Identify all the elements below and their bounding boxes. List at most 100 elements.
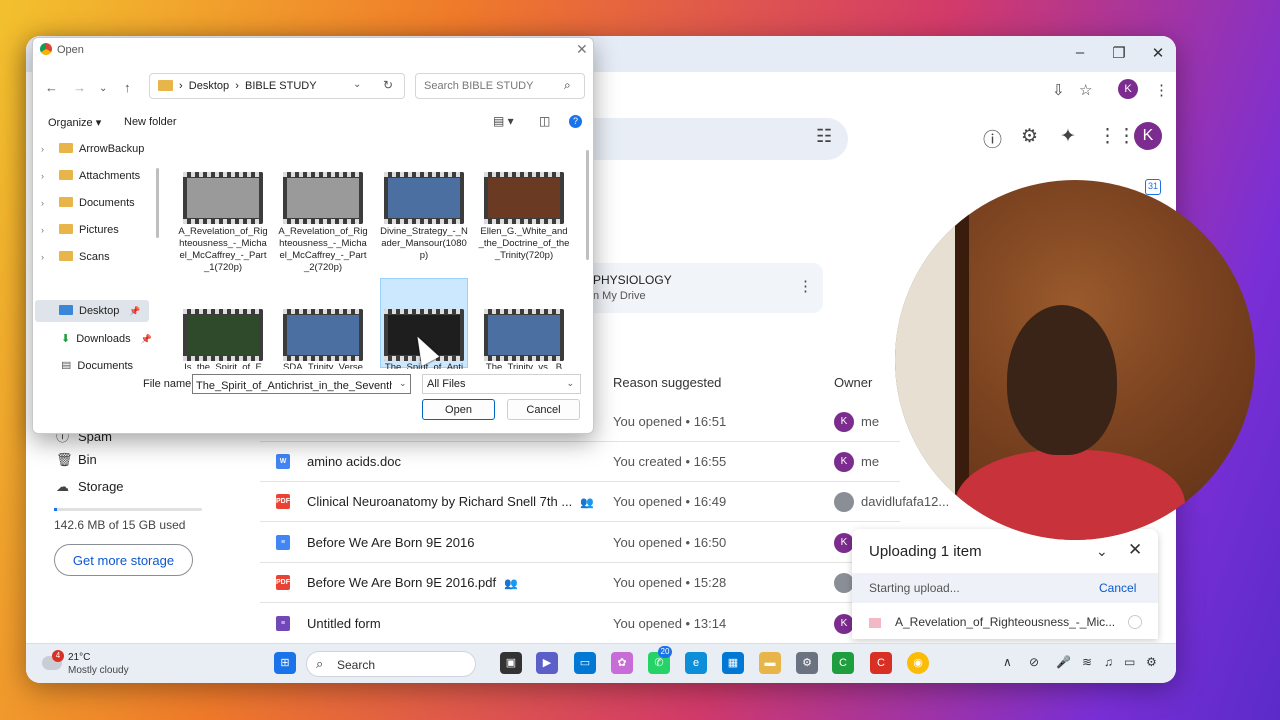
- upload-panel: Uploading 1 item ⌄ ✕ Starting upload... …: [852, 529, 1158, 639]
- tree-item-pictures[interactable]: › Pictures: [41, 224, 119, 236]
- apps-grid-icon[interactable]: ⋮⋮: [1098, 125, 1136, 148]
- video-thumbnail[interactable]: [484, 309, 564, 361]
- quick-access-desktop[interactable]: Desktop 📌: [35, 300, 149, 322]
- close-icon[interactable]: ✕: [576, 41, 588, 58]
- chevron-up-icon[interactable]: ∧: [1003, 655, 1012, 669]
- table-row[interactable]: PDF Before We Are Born 9E 2016.pdf 👥 You …: [260, 563, 900, 603]
- profile-avatar[interactable]: K: [1118, 79, 1138, 99]
- forward-arrow-icon[interactable]: →: [73, 80, 86, 95]
- file-caption: A_Revelation_of_Righteousness_-_Michael_…: [178, 226, 268, 273]
- quick-access-documents[interactable]: ▤ Documents: [61, 359, 133, 369]
- video-thumbnail[interactable]: [183, 172, 263, 224]
- back-arrow-icon[interactable]: ←: [45, 80, 58, 95]
- volume-icon[interactable]: ♫: [1104, 655, 1113, 669]
- open-button[interactable]: Open: [422, 399, 495, 420]
- bookmark-star-icon[interactable]: ☆: [1079, 81, 1092, 99]
- wifi-icon[interactable]: ≋: [1082, 655, 1092, 669]
- upload-cancel-button[interactable]: Cancel: [1099, 581, 1136, 595]
- get-more-storage-button[interactable]: Get more storage: [54, 544, 193, 576]
- table-row[interactable]: ≡ Untitled form You opened • 13:14 K: [260, 604, 900, 644]
- organize-label: Organize: [48, 117, 93, 129]
- tree-item-documents[interactable]: › Documents: [41, 197, 135, 209]
- open-file-dialog: Open ✕ ← → ⌄ ↑ › Desktop › BIBLE STUDY ⌄…: [32, 37, 594, 434]
- recorder-icon[interactable]: C: [870, 652, 892, 674]
- close-button[interactable]: ✕: [1148, 44, 1168, 62]
- search-placeholder: Search BIBLE STUDY: [424, 80, 534, 92]
- breadcrumb-desktop[interactable]: Desktop: [189, 80, 229, 92]
- gemini-spark-icon[interactable]: ✦: [1060, 125, 1076, 148]
- help-icon[interactable]: ?: [569, 115, 582, 128]
- table-row[interactable]: W amino acids.doc You created • 16:55 K …: [260, 442, 900, 482]
- close-icon[interactable]: ✕: [1128, 540, 1142, 560]
- task-view-icon[interactable]: ▣: [500, 652, 522, 674]
- file-type-select[interactable]: All Files ⌄: [422, 374, 581, 394]
- video-thumbnail[interactable]: [283, 309, 363, 361]
- trash-icon: 🗑: [56, 452, 73, 467]
- refresh-icon[interactable]: ↻: [383, 78, 393, 92]
- windows-start-icon[interactable]: ⊞: [274, 652, 296, 674]
- view-options-icon[interactable]: ▤ ▾: [493, 114, 514, 128]
- teams-icon[interactable]: ▶: [536, 652, 558, 674]
- desktop-icon[interactable]: ▭: [574, 652, 596, 674]
- word-doc-icon: W: [276, 454, 290, 469]
- folder-icon: [59, 197, 73, 207]
- video-thumbnail[interactable]: [183, 309, 263, 361]
- drive-search-bar[interactable]: [586, 118, 848, 160]
- suggested-folder-card[interactable]: PHYSIOLOGY n My Drive ⋮: [575, 263, 823, 313]
- edge-icon[interactable]: e: [685, 652, 707, 674]
- tree-item-attachments[interactable]: › Attachments: [41, 170, 140, 182]
- file-explorer-icon[interactable]: ▬: [759, 652, 781, 674]
- calendar-icon[interactable]: 31: [1145, 179, 1161, 195]
- settings-icon[interactable]: ⚙: [796, 652, 818, 674]
- gear-icon[interactable]: ⚙: [1021, 125, 1038, 148]
- tree-scrollbar[interactable]: [156, 168, 159, 238]
- maximize-button[interactable]: ❐: [1109, 44, 1129, 62]
- recent-locations-icon[interactable]: ⌄: [99, 83, 107, 94]
- search-input[interactable]: Search BIBLE STUDY ⌕: [415, 73, 585, 99]
- kebab-menu-icon[interactable]: ⋮: [1154, 81, 1169, 99]
- store-icon[interactable]: ▦: [722, 652, 744, 674]
- preview-pane-icon[interactable]: ◫: [539, 114, 550, 128]
- column-owner[interactable]: Owner: [834, 375, 872, 390]
- camtasia-icon[interactable]: C: [832, 652, 854, 674]
- search-options-icon[interactable]: ☷: [816, 126, 832, 147]
- breadcrumb-bible-study[interactable]: BIBLE STUDY: [245, 80, 317, 92]
- chevron-down-icon[interactable]: ⌄: [353, 79, 361, 90]
- install-app-icon[interactable]: ⇩: [1052, 81, 1065, 99]
- more-options-icon[interactable]: ⋮: [798, 277, 813, 295]
- column-reason[interactable]: Reason suggested: [613, 375, 721, 390]
- organize-button[interactable]: Organize ▾: [48, 116, 101, 129]
- chevron-down-icon[interactable]: ⌄: [1096, 543, 1108, 560]
- sidebar-item-storage[interactable]: ☁ Storage: [56, 479, 124, 495]
- table-row[interactable]: PDF Clinical Neuroanatomy by Richard Sne…: [260, 482, 949, 522]
- account-avatar[interactable]: K: [1134, 122, 1162, 150]
- address-bar[interactable]: › Desktop › BIBLE STUDY ⌄ ↻: [149, 73, 405, 99]
- help-icon[interactable]: ⓘ: [983, 125, 1002, 152]
- new-folder-button[interactable]: New folder: [124, 116, 177, 128]
- battery-icon[interactable]: ▭: [1124, 655, 1135, 669]
- quick-access-downloads[interactable]: ⬇ Downloads 📌: [61, 332, 152, 345]
- breadcrumb: › Desktop › BIBLE STUDY: [179, 80, 317, 92]
- chrome-icon[interactable]: ◉: [907, 652, 929, 674]
- network-off-icon[interactable]: ⊘: [1029, 655, 1039, 669]
- video-thumbnail[interactable]: [484, 172, 564, 224]
- copilot-icon[interactable]: ✿: [611, 652, 633, 674]
- video-thumbnail[interactable]: [384, 172, 464, 224]
- video-thumbnail[interactable]: [283, 172, 363, 224]
- minimize-button[interactable]: –: [1070, 44, 1090, 61]
- taskbar-search[interactable]: ⌕ Search: [306, 651, 476, 677]
- tree-item-arrowbackup[interactable]: › ArrowBackup: [41, 143, 144, 155]
- cancel-button[interactable]: Cancel: [507, 399, 580, 420]
- card-subtitle: n My Drive: [593, 290, 646, 302]
- sidebar-item-bin[interactable]: 🗑 Bin: [56, 452, 97, 468]
- taskbar-search-label: Search: [337, 658, 376, 672]
- table-row[interactable]: ≡ Before We Are Born 9E 2016 You opened …: [260, 523, 900, 563]
- files-scrollbar[interactable]: [586, 150, 589, 260]
- tree-item-scans[interactable]: › Scans: [41, 251, 110, 263]
- chevron-down-icon[interactable]: ⌄: [399, 378, 407, 389]
- microphone-icon[interactable]: 🎤: [1056, 655, 1071, 669]
- up-arrow-icon[interactable]: ↑: [124, 80, 131, 95]
- upload-file: A_Revelation_of_Righteousness_-_Mic...: [869, 615, 1115, 629]
- settings-tray-icon[interactable]: ⚙: [1146, 655, 1157, 669]
- filename-input[interactable]: [192, 374, 411, 394]
